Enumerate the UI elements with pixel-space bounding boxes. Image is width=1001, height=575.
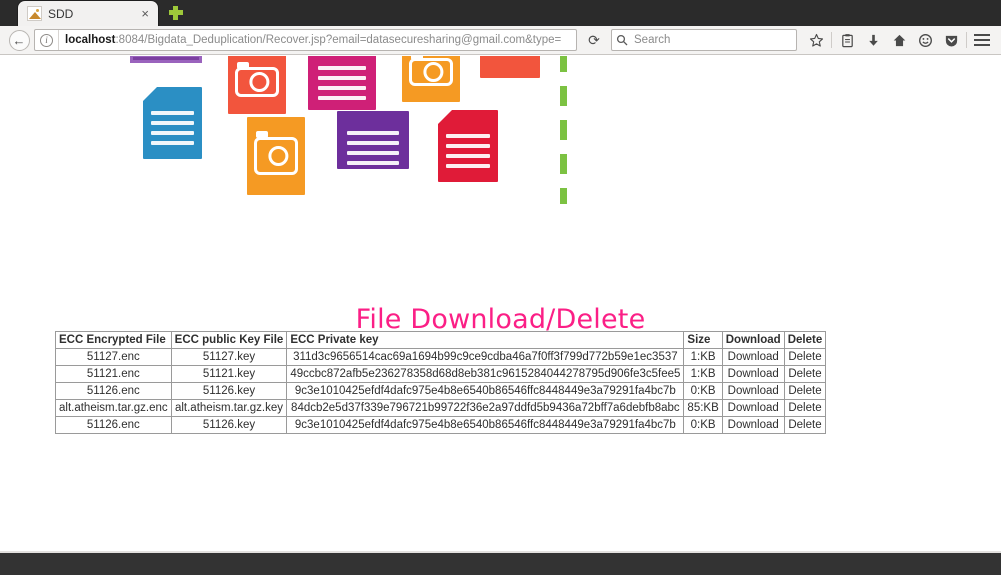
camera-tile-orange (402, 56, 460, 102)
delete-link[interactable]: Delete (783, 399, 827, 417)
column-header-encrypted-file: ECC Encrypted File (55, 331, 172, 349)
delete-link[interactable]: Delete (783, 416, 827, 434)
downloads-icon[interactable] (860, 28, 886, 52)
public-key-cell: 51121.key (170, 365, 288, 383)
desktop-taskbar (0, 553, 1001, 575)
document-lines-icon (317, 66, 367, 106)
camera-tile-red (228, 56, 286, 114)
private-key-cell: 9c3e1010425efdf4dafc975e4b8e6540b86546ff… (286, 416, 685, 434)
document-tile-blue (143, 87, 202, 159)
document-lines-icon-2 (151, 111, 194, 151)
site-identity-button[interactable]: i (35, 30, 59, 50)
document-lines-icon-3 (347, 130, 399, 171)
size-cell: 0:KB (683, 416, 723, 434)
public-key-cell: alt.atheism.tar.gz.key (170, 399, 288, 417)
library-icon[interactable] (834, 28, 860, 52)
file-name-cell: 51126.enc (55, 382, 172, 400)
file-name-cell: 51127.enc (55, 348, 172, 366)
delete-link[interactable]: Delete (783, 382, 827, 400)
table-row: 51127.enc 51127.key 311d3c9656514cac69a169… (55, 348, 827, 366)
size-cell: 1:KB (683, 348, 723, 366)
url-host: localhost (65, 34, 116, 46)
camera-lens-icon-2 (423, 62, 444, 82)
block-tile-red (480, 56, 540, 78)
broken-image-icon (27, 6, 42, 21)
back-button[interactable]: ← (6, 28, 32, 52)
table-header: ECC Encrypted File ECC public Key File E… (55, 331, 827, 349)
private-key-cell: 84dcb2e5d37f339e796721b99722f36e2a97ddfd… (286, 399, 685, 417)
file-name-cell: alt.atheism.tar.gz.enc (55, 399, 172, 417)
back-arrow-icon: ← (8, 29, 30, 51)
column-header-size: Size (683, 331, 723, 349)
green-dashed-divider (560, 56, 567, 204)
document-tile-purple-cut (130, 56, 202, 63)
document-tile-magenta (308, 56, 376, 110)
browser-tab-sdd[interactable]: SDD × (18, 1, 158, 26)
table-row: 51126.enc 51126.key 9c3e1010425efdf4dafc97… (55, 416, 827, 434)
size-cell: 85:KB (683, 399, 723, 417)
banner-graphic (0, 56, 1001, 208)
bookmark-star-icon[interactable] (803, 28, 829, 52)
browser-window: SDD × ← i localhost:8084/Bigdata_Dedupli… (0, 0, 1001, 575)
toolbar-divider (831, 32, 832, 48)
size-cell: 0:KB (683, 382, 723, 400)
toolbar-divider-2 (966, 32, 967, 48)
delete-link[interactable]: Delete (783, 348, 827, 366)
public-key-cell: 51127.key (170, 348, 288, 366)
private-key-cell: 9c3e1010425efdf4dafc975e4b8e6540b86546ff… (286, 382, 685, 400)
tab-strip: SDD × (0, 0, 1001, 26)
column-header-delete: Delete (783, 331, 827, 349)
url-path: :8084/Bigdata_Deduplication/Recover.jsp?… (115, 34, 562, 46)
private-key-cell: 311d3c9656514cac69a1694b99c9ce9cdba46a7f… (286, 348, 685, 366)
camera-tile-orange-2 (247, 117, 305, 195)
search-icon (612, 34, 632, 46)
file-name-cell: 51121.enc (55, 365, 172, 383)
reload-button[interactable]: ⟳ (581, 28, 607, 52)
table-row: alt.atheism.tar.gz.enc alt.atheism.tar.gz… (55, 399, 827, 417)
column-header-private-key: ECC Private key (286, 331, 685, 349)
download-link[interactable]: Download (721, 365, 785, 383)
table-body: 51127.enc 51127.key 311d3c9656514cac69a169… (55, 348, 827, 434)
search-input[interactable] (632, 33, 796, 47)
pocket-shield-icon[interactable] (938, 28, 964, 52)
delete-link[interactable]: Delete (783, 365, 827, 383)
table-row: 51126.enc 51126.key 9c3e1010425efdf4dafc97… (55, 382, 827, 400)
url-text: localhost:8084/Bigdata_Deduplication/Rec… (59, 34, 576, 46)
navigation-toolbar: ← i localhost:8084/Bigdata_Deduplication… (0, 26, 1001, 55)
document-tile-violet (337, 111, 409, 169)
download-link[interactable]: Download (721, 382, 785, 400)
camera-viewfinder-icon-2 (411, 56, 424, 60)
toolbar-icons (803, 28, 995, 52)
document-tile-crimson (438, 110, 498, 182)
tab-title: SDD (48, 6, 74, 21)
new-tab-button[interactable] (166, 3, 186, 23)
table-row: 51121.enc 51121.key 49ccbc872afb5e23627835… (55, 365, 827, 383)
file-download-delete-table: ECC Encrypted File ECC public Key File E… (55, 331, 827, 434)
hamburger-menu-icon[interactable] (969, 28, 995, 52)
download-link[interactable]: Download (721, 348, 785, 366)
sync-smiley-icon[interactable] (912, 28, 938, 52)
file-table-container: ECC Encrypted File ECC public Key File E… (55, 331, 827, 434)
camera-viewfinder-icon (237, 61, 250, 69)
file-name-cell: 51126.enc (55, 416, 172, 434)
size-cell: 1:KB (683, 365, 723, 383)
page-content: File Download/Delete ECC Encrypted File … (0, 56, 1001, 553)
url-bar[interactable]: i localhost:8084/Bigdata_Deduplication/R… (34, 29, 577, 51)
download-link[interactable]: Download (721, 399, 785, 417)
search-bar[interactable] (611, 29, 797, 51)
public-key-cell: 51126.key (170, 382, 288, 400)
public-key-cell: 51126.key (170, 416, 288, 434)
document-lines-icon-4 (446, 134, 490, 174)
column-header-public-key-file: ECC public Key File (170, 331, 288, 349)
table-header-row: ECC Encrypted File ECC public Key File E… (55, 331, 827, 349)
download-link[interactable]: Download (721, 416, 785, 434)
home-icon[interactable] (886, 28, 912, 52)
camera-lens-icon (249, 72, 270, 92)
column-header-download: Download (721, 331, 785, 349)
private-key-cell: 49ccbc872afb5e236278358d68d8eb381c961528… (286, 365, 685, 383)
camera-lens-icon-3 (268, 146, 289, 166)
close-icon[interactable]: × (138, 7, 152, 20)
camera-viewfinder-icon-3 (256, 131, 269, 139)
info-icon: i (40, 33, 53, 47)
